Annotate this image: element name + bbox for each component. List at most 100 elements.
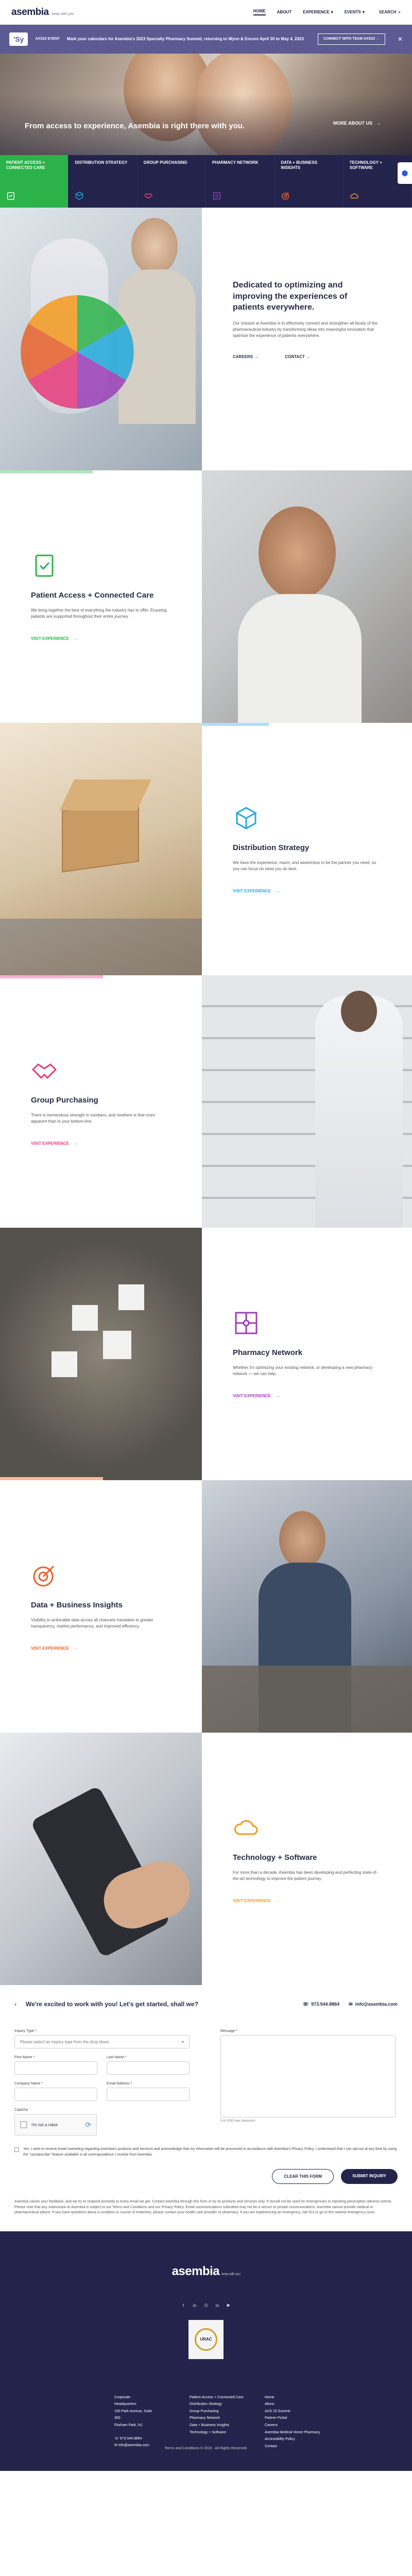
company-field[interactable] <box>14 2088 97 2101</box>
footer-logo[interactable]: asembia keep with you <box>0 2264 412 2279</box>
phone-link[interactable]: ☏ 973.544.8864 <box>303 2002 339 2007</box>
tab-data-insights[interactable]: DATA + BUSINESS INSIGHTS <box>274 155 344 208</box>
arrow-right-icon: → <box>276 1394 280 1399</box>
youtube-icon[interactable]: ▶ <box>226 2302 232 2309</box>
facebook-icon[interactable]: f <box>180 2302 186 2309</box>
visit-experience-link[interactable]: VISIT EXPERIENCE → <box>233 1394 381 1398</box>
submit-inquiry-button[interactable]: SUBMIT INQUIRY <box>341 2169 398 2184</box>
block-description: Whether it's optimizing your existing ne… <box>233 1365 372 1377</box>
footer-link[interactable]: Partner Portal <box>265 2415 321 2422</box>
inquiry-type-select[interactable]: Please select an inquiry type from the d… <box>14 2035 190 2048</box>
careers-label: CAREERS <box>233 354 253 359</box>
linkedin-icon[interactable]: in <box>192 2302 198 2309</box>
inquiry-type-label: Inquiry Type * <box>14 2029 37 2033</box>
chevron-down-icon: ▾ <box>181 2039 184 2044</box>
search-icon: ⌕ <box>398 9 401 14</box>
footer-link[interactable]: Home <box>265 2394 321 2401</box>
footer-address: Corporate Headquarters 100 Park Avenue, … <box>114 2394 171 2450</box>
search-label: SEARCH <box>379 10 397 14</box>
footer-link[interactable]: Technology + Software <box>190 2429 246 2436</box>
email-label: Email Address * <box>107 2082 132 2086</box>
smiling-man-image <box>202 470 412 723</box>
footer-link[interactable]: Careers <box>265 2422 321 2429</box>
last-name-field[interactable] <box>107 2061 190 2075</box>
visit-experience-link[interactable]: VISIT EXPERIENCE → <box>31 1646 171 1651</box>
tab-group-purchasing[interactable]: GROUP PURCHASING <box>138 155 206 208</box>
footer-link[interactable]: Asembia Medical Home Pharmacy <box>265 2429 321 2436</box>
inquiry-placeholder: Please select an inquiry type from the d… <box>20 2039 109 2044</box>
block-title: Group Purchasing <box>31 1095 98 1105</box>
consent-checkbox[interactable] <box>14 2147 19 2152</box>
linkedin-icon[interactable]: in <box>214 2302 220 2309</box>
visit-experience-link[interactable]: VISIT EXPERIENCE → <box>31 636 171 641</box>
recaptcha-widget[interactable]: I'm not a robot ⟳ <box>14 2114 97 2136</box>
clear-form-button[interactable]: CLEAR THIS FORM <box>272 2169 334 2184</box>
message-textarea[interactable] <box>220 2035 396 2117</box>
shipping-box-image <box>0 723 202 975</box>
footer-link[interactable]: Group Purchasing <box>190 2408 246 2415</box>
block-title: Data + Business Insights <box>31 1600 123 1609</box>
visit-experience-link[interactable]: VISIT EXPERIENCE → <box>233 1899 381 1903</box>
footer-phone[interactable]: ☏ 973.544.8864 <box>114 2435 171 2443</box>
footer-tagline: keep with you <box>221 2272 241 2276</box>
recaptcha-checkbox[interactable] <box>20 2121 27 2128</box>
box-icon <box>75 191 84 200</box>
nav-experience[interactable]: EXPERIENCE ▾ <box>303 9 333 15</box>
connect-button[interactable]: CONNECT WITH TEAM AXS23 → <box>317 33 385 45</box>
link-label: VISIT EXPERIENCE <box>31 636 69 641</box>
footer-link[interactable]: Accessibility Policy <box>265 2436 321 2443</box>
tab-patient-access[interactable]: PATIENT ACCESS + CONNECTED CARE <box>0 155 69 208</box>
form-heading: We're excited to work with you! Let's ge… <box>26 2001 198 2008</box>
first-name-field[interactable] <box>14 2061 97 2075</box>
footer-link[interactable]: Pharmacy Network <box>190 2415 246 2422</box>
email-address: info@asembia.com <box>355 2002 398 2007</box>
careers-link[interactable]: CAREERS → <box>233 354 258 359</box>
link-label: VISIT EXPERIENCE <box>31 1141 69 1146</box>
visit-experience-link[interactable]: VISIT EXPERIENCE → <box>233 889 381 893</box>
target-icon <box>33 1565 55 1587</box>
block-technology: Technology + Software For more than a de… <box>0 1733 412 1985</box>
cloud-icon <box>234 1820 258 1835</box>
footer-link[interactable]: About <box>265 2401 321 2408</box>
visit-experience-link[interactable]: VISIT EXPERIENCE → <box>31 1141 171 1146</box>
footer-link[interactable]: Patient Access + Connected Care <box>190 2394 246 2401</box>
more-about-us-link[interactable]: MORE ABOUT US → <box>333 121 381 126</box>
contact-link[interactable]: CONTACT → <box>285 354 310 359</box>
tab-distribution[interactable]: DISTRIBUTION STRATEGY <box>68 155 138 208</box>
footer-line: 300 <box>114 2416 121 2420</box>
email-link[interactable]: ✉ info@asembia.com <box>349 2002 398 2007</box>
recaptcha-icon: ⟳ <box>85 2120 91 2129</box>
block-title: Technology + Software <box>233 1853 317 1862</box>
hero-cta-label: MORE ABOUT US <box>333 121 372 126</box>
tab-label: PATIENT ACCESS + CONNECTED CARE <box>6 160 45 171</box>
arrow-right-icon: → <box>254 354 259 359</box>
intro-description: Our mission at Asembia is to effectively… <box>233 320 377 338</box>
search-button[interactable]: SEARCH ⌕ <box>379 10 401 15</box>
footer-link[interactable]: Data + Business Insights <box>190 2422 246 2429</box>
nav-about[interactable]: ABOUT <box>277 9 291 15</box>
email-field[interactable] <box>107 2088 190 2101</box>
link-label: VISIT EXPERIENCE <box>233 1899 271 1904</box>
block-description: We bring together the best of everything… <box>31 608 167 619</box>
message-label: Message * <box>220 2029 238 2033</box>
close-icon[interactable]: ✕ <box>398 36 403 43</box>
arrow-right-icon: → <box>74 1646 78 1651</box>
contact-label: CONTACT <box>285 354 305 359</box>
arrow-right-icon: → <box>376 121 381 126</box>
asembia-logo[interactable]: asembia keep with you <box>11 7 74 18</box>
link-label: VISIT EXPERIENCE <box>31 1646 69 1651</box>
axs-logo: 'Sy <box>9 32 28 46</box>
puzzle-icon <box>235 1312 258 1334</box>
link-label: VISIT EXPERIENCE <box>233 1394 271 1399</box>
accessibility-widget-icon[interactable]: ⬢ <box>398 162 412 184</box>
nav-events[interactable]: EVENTS ▾ <box>345 9 365 15</box>
block-distribution: Distribution Strategy We have the experi… <box>0 723 412 975</box>
tab-label: PHARMACY NETWORK <box>212 160 259 165</box>
instagram-icon[interactable]: ◎ <box>203 2302 209 2309</box>
nav-home[interactable]: HOME <box>253 9 266 15</box>
tab-pharmacy-network[interactable]: PHARMACY NETWORK <box>206 155 275 208</box>
experience-tabs: PATIENT ACCESS + CONNECTED CARE DISTRIBU… <box>0 155 412 208</box>
footer-link[interactable]: AXS 23 Summit <box>265 2408 321 2415</box>
footer-link[interactable]: Distribution Strategy <box>190 2401 246 2408</box>
footer-line: Headquarters <box>114 2402 136 2406</box>
